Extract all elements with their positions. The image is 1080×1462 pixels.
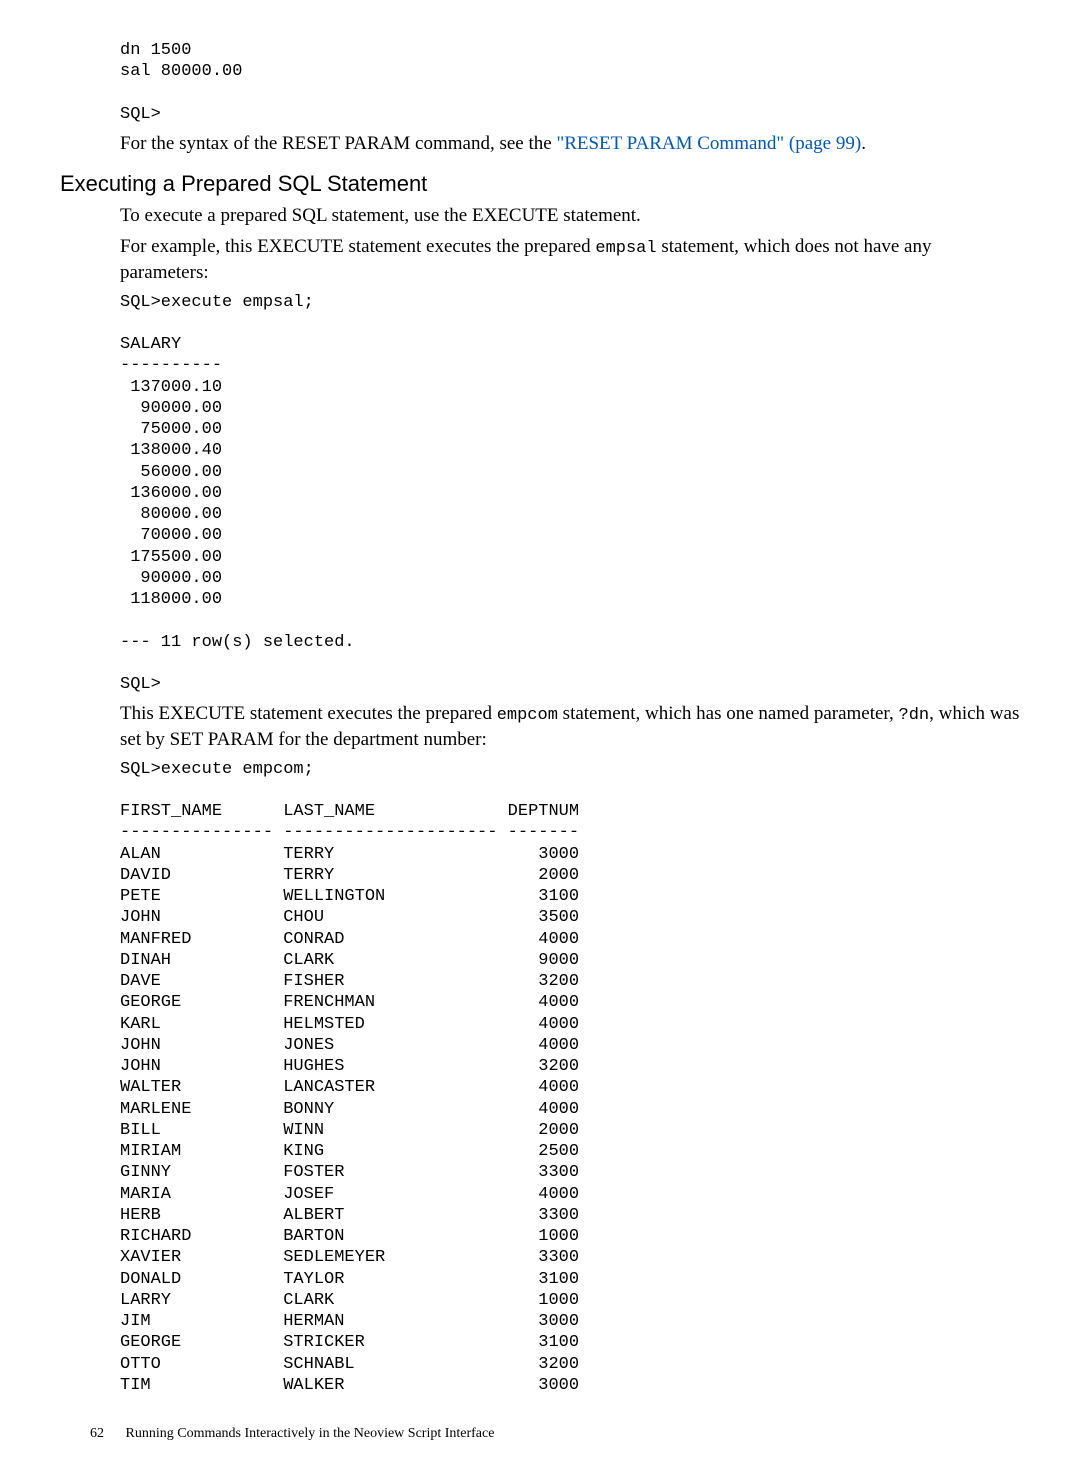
text-line: . [861,133,866,154]
paragraph-p3: This EXECUTE statement executes the prep… [120,701,1020,752]
section-heading: Executing a Prepared SQL Statement [60,171,1020,197]
text-line: This EXECUTE statement executes the prep… [120,703,497,724]
paragraph-p2: For example, this EXECUTE statement exec… [120,234,1020,285]
text-line: For example, this EXECUTE statement exec… [120,236,595,257]
code-block-intro: dn 1500 sal 80000.00 SQL> [120,40,1020,125]
paragraph-p1: To execute a prepared SQL statement, use… [120,203,1020,229]
page-container: dn 1500 sal 80000.00 SQL> For the syntax… [0,0,1080,1462]
inline-code: empsal [595,239,656,258]
text-line: For the syntax of the RESET PARAM comman… [120,133,556,154]
reset-param-link[interactable]: "RESET PARAM Command" (page 99) [556,133,861,154]
page-footer: 62 Running Commands Interactively in the… [60,1426,1020,1442]
inline-code: ?dn [899,706,930,725]
inline-code: empcom [497,706,558,725]
text-line: statement, which has one named parameter… [558,703,899,724]
page-number: 62 [90,1426,104,1442]
code-block-empcom: SQL>execute empcom; FIRST_NAME LAST_NAME… [120,759,1020,1397]
paragraph-syntax-ref: For the syntax of the RESET PARAM comman… [120,131,1020,157]
footer-title: Running Commands Interactively in the Ne… [126,1426,495,1441]
code-block-empsal: SQL>execute empsal; SALARY ---------- 13… [120,292,1020,696]
